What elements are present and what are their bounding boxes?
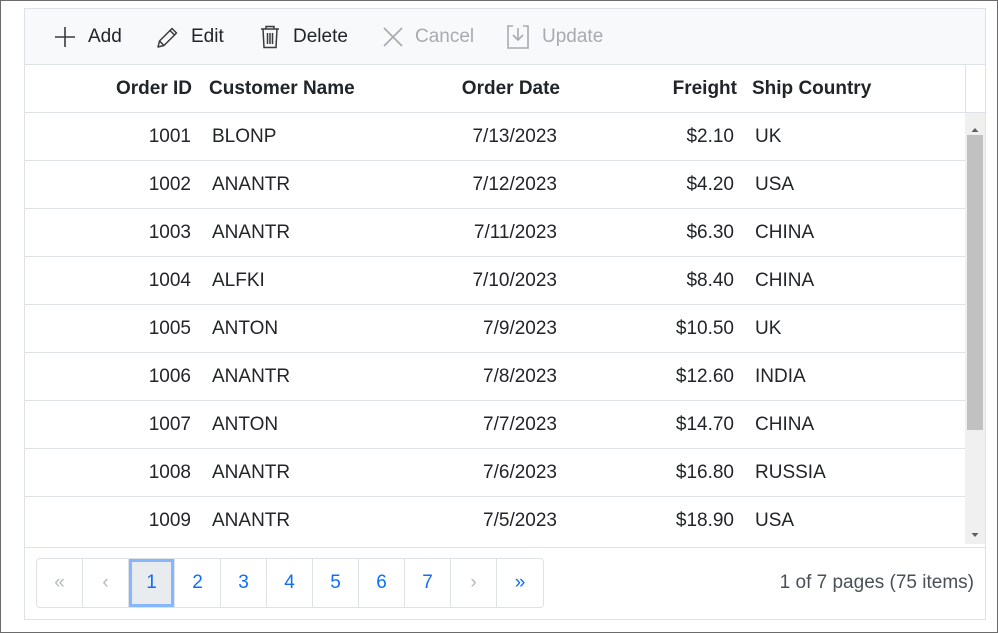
header-order-date[interactable]: Order Date	[462, 65, 560, 112]
cell-freight: $10.50	[675, 318, 734, 339]
edit-button[interactable]: Edit	[155, 9, 224, 65]
table-row[interactable]: 1007 ANTON 7/7/2023 $14.70 CHINA	[25, 401, 965, 449]
page-button-1[interactable]: 1	[129, 559, 175, 607]
cell-order-id: 1009	[148, 510, 191, 531]
page-button-3[interactable]: 3	[221, 559, 267, 607]
cell-customer-name: ANTON	[212, 318, 279, 339]
table-row[interactable]: 1008 ANANTR 7/6/2023 $16.80 RUSSIA	[25, 449, 965, 497]
header-freight[interactable]: Freight	[673, 65, 737, 112]
cell-customer-name: ANTON	[212, 414, 279, 435]
cell-customer-name: ANANTR	[212, 510, 291, 531]
last-page-button[interactable]: »	[497, 559, 543, 607]
cell-ship-country: CHINA	[755, 222, 815, 243]
table-row[interactable]: 1003 ANANTR 7/11/2023 $6.30 CHINA	[25, 209, 965, 257]
table-row[interactable]: 1006 ANANTR 7/8/2023 $12.60 INDIA	[25, 353, 965, 401]
window-frame: Add Edit Delete Cancel Update Order ID C…	[0, 0, 998, 633]
header-customer-name[interactable]: Customer Name	[209, 65, 355, 112]
cell-customer-name: ANANTR	[212, 222, 291, 243]
plus-icon	[53, 25, 88, 49]
edit-label: Edit	[191, 26, 224, 47]
cell-order-id: 1007	[148, 414, 191, 435]
cell-order-date: 7/10/2023	[472, 270, 557, 291]
cell-ship-country: USA	[755, 174, 795, 195]
vertical-scrollbar[interactable]	[965, 113, 985, 544]
table-row[interactable]: 1004 ALFKI 7/10/2023 $8.40 CHINA	[25, 257, 965, 305]
add-label: Add	[88, 26, 122, 47]
cell-order-date: 7/13/2023	[472, 126, 557, 147]
cell-order-id: 1001	[148, 126, 191, 147]
cancel-label: Cancel	[415, 26, 475, 47]
cell-freight: $8.40	[686, 270, 734, 291]
first-page-button[interactable]: «	[37, 559, 83, 607]
scroll-down-arrow-icon[interactable]	[965, 526, 985, 544]
cell-customer-name: ANANTR	[212, 174, 291, 195]
header-ship-country[interactable]: Ship Country	[752, 65, 871, 112]
table-row[interactable]: 1001 BLONP 7/13/2023 $2.10 UK	[25, 113, 965, 161]
pager-buttons: « ‹ 1 2 3 4 5 6 7 › »	[36, 558, 544, 608]
page-button-6[interactable]: 6	[359, 559, 405, 607]
cell-order-date: 7/5/2023	[483, 510, 557, 531]
cell-order-id: 1004	[148, 270, 191, 291]
cell-order-id: 1002	[148, 174, 191, 195]
table-row[interactable]: 1002 ANANTR 7/12/2023 $4.20 USA	[25, 161, 965, 209]
grid-body: 1001 BLONP 7/13/2023 $2.10 UK 1002 ANANT…	[25, 113, 965, 544]
table-row[interactable]: 1005 ANTON 7/9/2023 $10.50 UK	[25, 305, 965, 353]
grid-pager: « ‹ 1 2 3 4 5 6 7 › » 1 of 7 pages (75 i…	[25, 547, 985, 619]
cell-ship-country: CHINA	[755, 414, 815, 435]
pager-info: 1 of 7 pages (75 items)	[779, 572, 974, 593]
page-button-2[interactable]: 2	[175, 559, 221, 607]
update-label: Update	[542, 26, 604, 47]
header-scroll-spacer	[965, 65, 985, 113]
add-button[interactable]: Add	[53, 9, 122, 65]
cell-customer-name: ANANTR	[212, 462, 291, 483]
cell-freight: $6.30	[686, 222, 734, 243]
cell-order-date: 7/8/2023	[483, 366, 557, 387]
header-order-id[interactable]: Order ID	[116, 65, 192, 112]
cell-freight: $16.80	[675, 462, 734, 483]
prev-page-button[interactable]: ‹	[83, 559, 129, 607]
scrollbar-thumb[interactable]	[967, 135, 983, 430]
cell-order-id: 1008	[148, 462, 191, 483]
table-row[interactable]: 1009 ANANTR 7/5/2023 $18.90 USA	[25, 497, 965, 544]
delete-button[interactable]: Delete	[258, 9, 348, 65]
update-button[interactable]: Update	[505, 9, 603, 65]
grid-header: Order ID Customer Name Order Date Freigh…	[25, 65, 965, 113]
close-icon	[382, 26, 415, 48]
cell-order-date: 7/6/2023	[483, 462, 557, 483]
delete-label: Delete	[293, 26, 348, 47]
cell-freight: $2.10	[686, 126, 734, 147]
cell-ship-country: USA	[755, 510, 795, 531]
cell-order-date: 7/11/2023	[473, 222, 557, 243]
cell-ship-country: CHINA	[755, 270, 815, 291]
page-button-4[interactable]: 4	[267, 559, 313, 607]
cell-freight: $12.60	[675, 366, 734, 387]
cell-order-date: 7/7/2023	[483, 414, 557, 435]
cell-ship-country: UK	[755, 126, 782, 147]
cell-order-id: 1006	[148, 366, 191, 387]
cell-customer-name: ANANTR	[212, 366, 291, 387]
next-page-button[interactable]: ›	[451, 559, 497, 607]
cell-customer-name: BLONP	[212, 126, 277, 147]
cell-customer-name: ALFKI	[212, 270, 265, 291]
cell-freight: $18.90	[675, 510, 734, 531]
cell-ship-country: INDIA	[755, 366, 806, 387]
cancel-button[interactable]: Cancel	[382, 9, 474, 65]
page-button-5[interactable]: 5	[313, 559, 359, 607]
trash-icon	[258, 24, 293, 50]
page-button-7[interactable]: 7	[405, 559, 451, 607]
grid-toolbar: Add Edit Delete Cancel Update	[25, 9, 985, 65]
save-icon	[505, 24, 542, 50]
cell-ship-country: RUSSIA	[755, 462, 826, 483]
pencil-icon	[155, 25, 191, 50]
cell-order-id: 1005	[148, 318, 191, 339]
cell-order-date: 7/9/2023	[483, 318, 557, 339]
cell-freight: $14.70	[675, 414, 734, 435]
cell-freight: $4.20	[686, 174, 734, 195]
cell-order-date: 7/12/2023	[472, 174, 557, 195]
cell-ship-country: UK	[755, 318, 782, 339]
data-grid: Add Edit Delete Cancel Update Order ID C…	[24, 8, 986, 620]
cell-order-id: 1003	[148, 222, 191, 243]
